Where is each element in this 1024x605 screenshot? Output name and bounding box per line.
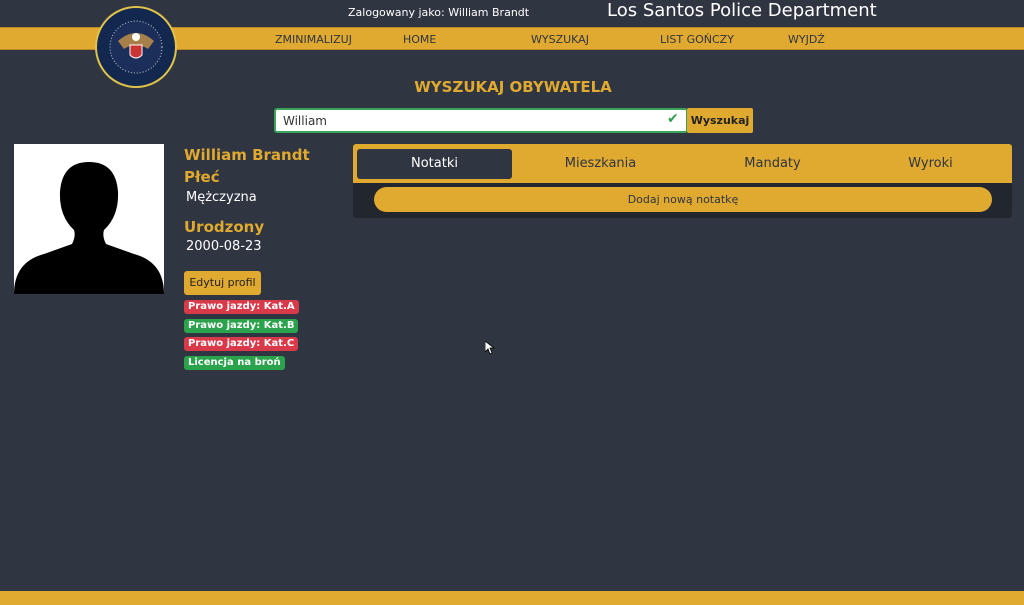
mouse-cursor-icon (485, 341, 495, 355)
nav-home[interactable]: HOME (403, 33, 436, 46)
tab-fines[interactable]: Mandaty (695, 149, 850, 179)
logged-in-text: Zalogowany jako: William Brandt (348, 6, 530, 19)
tab-notes[interactable]: Notatki (357, 149, 512, 179)
avatar-silhouette (14, 144, 164, 294)
search-button[interactable]: Wyszukaj (687, 108, 753, 133)
nav-wanted-list[interactable]: LIST GOŃCZY (660, 33, 734, 46)
nav-exit[interactable]: WYJDŹ (788, 33, 825, 46)
citizen-name: William Brandt (184, 146, 310, 164)
born-label: Urodzony (184, 218, 265, 236)
add-note-button[interactable]: Dodaj nową notatkę (374, 187, 992, 212)
lspd-seal-logo (95, 6, 177, 88)
weapon-license-badge: Licencja na broń (184, 356, 285, 370)
tab-residences[interactable]: Mieszkania (523, 149, 678, 179)
valid-check-icon: ✔ (667, 111, 679, 127)
tab-bar: Notatki Mieszkania Mandaty Wyroki (353, 144, 1012, 183)
page-title: WYSZUKAJ OBYWATELA (414, 78, 612, 96)
nav-search[interactable]: WYSZUKAJ (531, 33, 589, 46)
nav-minimize[interactable]: ZMINIMALIZUJ (275, 33, 352, 46)
search-input[interactable] (274, 108, 688, 133)
license-badge: Prawo jazdy: Kat.A (184, 300, 299, 314)
footer-bar (0, 591, 1024, 605)
tab-sentences[interactable]: Wyroki (853, 149, 1008, 179)
edit-profile-button[interactable]: Edytuj profil (184, 271, 261, 295)
born-value: 2000-08-23 (186, 239, 262, 254)
brand-title: Los Santos Police Department (607, 0, 877, 21)
gender-value: Mężczyzna (186, 190, 257, 205)
gender-label: Płeć (184, 168, 220, 186)
license-badge: Prawo jazdy: Kat.C (184, 337, 299, 351)
license-badge: Prawo jazdy: Kat.B (184, 319, 299, 333)
records-panel: Notatki Mieszkania Mandaty Wyroki Dodaj … (353, 144, 1012, 218)
